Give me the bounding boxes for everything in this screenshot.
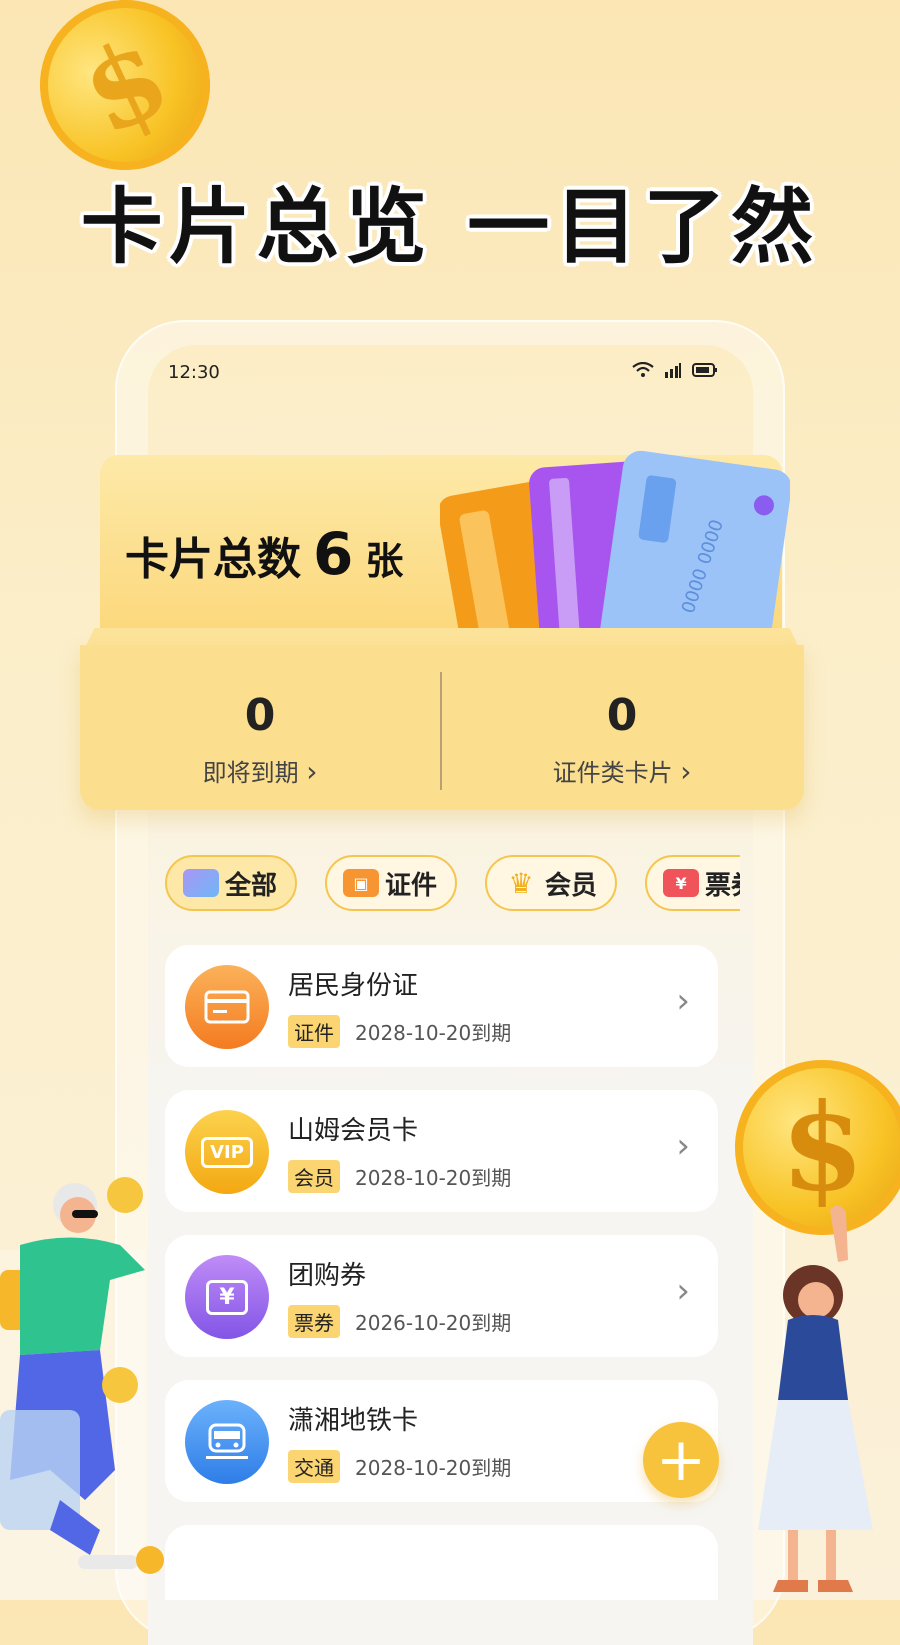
id-card-icon <box>185 965 269 1049</box>
card-icon <box>183 869 219 897</box>
status-time: 12:30 <box>168 362 220 383</box>
item-badge: 证件 <box>288 1015 340 1048</box>
id-card-icon: ▣ <box>343 869 380 897</box>
item-badge: 会员 <box>288 1160 340 1193</box>
list-item[interactable]: 居民身份证 证件 2028-10-20到期 › <box>165 945 718 1067</box>
coupon-icon: ¥ <box>185 1255 269 1339</box>
list-item[interactable]: 潇湘地铁卡 交通 2028-10-20到期 <box>165 1380 718 1502</box>
item-date: 2028-10-20到期 <box>355 1166 512 1190</box>
status-bar: 12:30 <box>168 360 718 388</box>
id-cards-stat[interactable]: 0 证件类卡片 › <box>442 690 802 788</box>
crown-icon: ♛ <box>508 866 534 900</box>
card-total-text: 卡片总数 6 张 <box>125 520 403 588</box>
item-title: 团购券 <box>288 1261 367 1291</box>
chevron-right-icon: › <box>676 981 690 1021</box>
list-item[interactable]: VIP 山姆会员卡 会员 2028-10-20到期 › <box>165 1090 718 1212</box>
add-card-button[interactable]: + <box>643 1422 719 1498</box>
list-item[interactable] <box>165 1525 718 1600</box>
item-title: 山姆会员卡 <box>288 1116 419 1146</box>
expiring-count: 0 <box>244 690 276 741</box>
train-icon <box>185 1400 269 1484</box>
vip-icon: VIP <box>185 1110 269 1194</box>
category-tabs: 全部 ▣ 证件 ♛ 会员 ¥ 票券 <box>165 855 740 911</box>
man-illustration <box>0 1177 164 1574</box>
item-badge: 票券 <box>288 1305 340 1338</box>
item-title: 潇湘地铁卡 <box>288 1406 419 1436</box>
ticket-icon: ¥ <box>663 869 700 897</box>
chevron-right-icon: › <box>676 1271 690 1311</box>
cards-illustration: 0000 0000 <box>440 450 790 650</box>
chevron-right-icon: › <box>680 755 692 788</box>
battery-icon <box>692 363 717 377</box>
tab-id[interactable]: ▣ 证件 <box>325 855 458 911</box>
item-date: 2028-10-20到期 <box>355 1456 512 1480</box>
item-badge: 交通 <box>288 1450 340 1483</box>
tab-member[interactable]: ♛ 会员 <box>485 855 618 911</box>
chevron-right-icon: › <box>306 755 318 788</box>
tab-all[interactable]: 全部 <box>165 855 298 911</box>
wifi-icon <box>632 362 654 377</box>
headline: 卡片总览 一目了然 <box>80 180 820 275</box>
item-date: 2028-10-20到期 <box>355 1021 512 1045</box>
id-cards-label: 证件类卡片 <box>552 759 673 787</box>
tab-ticket[interactable]: ¥ 票券 <box>645 855 740 911</box>
item-title: 居民身份证 <box>288 971 419 1001</box>
id-cards-count: 0 <box>606 690 638 741</box>
list-item[interactable]: ¥ 团购券 票券 2026-10-20到期 › <box>165 1235 718 1357</box>
expiring-stat[interactable]: 0 即将到期 › <box>80 690 440 788</box>
item-date: 2026-10-20到期 <box>355 1311 512 1335</box>
total-count: 6 <box>313 520 354 588</box>
woman-illustration <box>758 1205 873 1592</box>
expiring-label: 即将到期 <box>202 759 299 787</box>
signal-icon <box>665 363 681 378</box>
total-unit: 张 <box>365 539 404 583</box>
total-label: 卡片总数 <box>125 534 301 585</box>
chevron-right-icon: › <box>676 1126 690 1166</box>
